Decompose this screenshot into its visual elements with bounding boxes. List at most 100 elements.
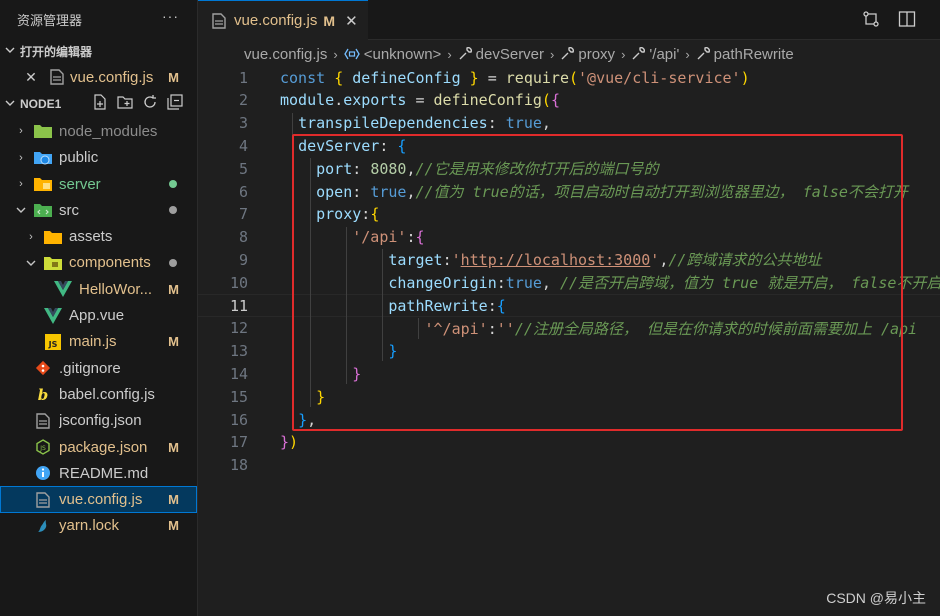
source-control-diff-icon[interactable]	[862, 10, 880, 33]
breadcrumb-item[interactable]: <unknown>	[343, 46, 441, 63]
chevron-right-icon: ›	[685, 46, 690, 62]
tab-vue-config[interactable]: vue.config.js M ✕	[198, 0, 368, 40]
code-line[interactable]: 3 transpileDependencies: true,	[198, 112, 940, 135]
folder-yellow-icon	[34, 176, 52, 192]
breadcrumb-item[interactable]: vue.config.js	[244, 46, 327, 63]
modified-badge: M	[323, 12, 336, 29]
svg-text:JS: JS	[48, 340, 58, 349]
tree-item-label: babel.config.js	[59, 385, 155, 403]
close-icon[interactable]: ✕	[345, 12, 358, 30]
highlight-annotation-box	[292, 134, 903, 431]
line-number: 12	[229, 319, 248, 338]
tree-item-node-modules[interactable]: › node_modules	[0, 118, 197, 144]
modified-dot	[169, 258, 177, 267]
breadcrumb-label: vue.config.js	[244, 45, 328, 63]
tree-item-app-vue[interactable]: App.vue	[0, 302, 197, 328]
code-token: ,	[541, 114, 551, 133]
tree-item-label: App.vue	[69, 307, 125, 325]
modified-badge: M	[168, 69, 179, 85]
tree-item-components[interactable]: components	[0, 250, 197, 276]
editor-tab-bar: vue.config.js M ✕	[198, 0, 940, 40]
refresh-icon[interactable]	[142, 94, 158, 110]
tree-item-babel-config[interactable]: b babel.config.js	[0, 381, 197, 407]
open-editor-item[interactable]: ✕ vue.config.js M	[0, 64, 197, 90]
line-number: 18	[229, 456, 248, 475]
line-number: 8	[238, 228, 248, 247]
code-token: {	[550, 91, 560, 110]
tree-item-server[interactable]: › server	[0, 171, 197, 197]
breadcrumb-item[interactable]: '/api'	[631, 46, 679, 63]
tree-item-vue-config[interactable]: vue.config.js M	[0, 486, 197, 513]
code-token: (	[569, 68, 579, 87]
breadcrumb-label: '/api'	[649, 45, 680, 63]
explorer-title: 资源管理器	[17, 12, 83, 28]
collapse-all-icon[interactable]	[167, 94, 183, 110]
line-number: 4	[238, 136, 248, 155]
tree-item-readme[interactable]: README.md	[0, 460, 197, 486]
tree-item-assets[interactable]: › assets	[0, 223, 197, 249]
code-token: module	[280, 91, 335, 110]
tree-item-jsconfig[interactable]: jsconfig.json	[0, 408, 197, 434]
breadcrumb-label: pathRewrite	[713, 45, 794, 63]
code-token: =	[406, 91, 434, 110]
file-icon	[34, 491, 52, 508]
line-number: 6	[238, 182, 248, 201]
file-icon	[212, 12, 226, 29]
code-line[interactable]: 1 const { defineConfig } = require('@vue/…	[198, 66, 940, 89]
wrench-icon	[458, 47, 472, 61]
close-icon[interactable]: ✕	[22, 69, 40, 86]
line-number: 1	[238, 68, 248, 87]
tree-item-label: package.json	[59, 438, 148, 456]
tree-item-label: components	[69, 254, 151, 272]
line-number: 9	[238, 250, 248, 269]
line-number: 5	[238, 159, 248, 178]
breadcrumb-item[interactable]: proxy	[560, 46, 615, 63]
chevron-right-icon: ›	[19, 151, 23, 164]
folder-src-icon	[34, 202, 52, 218]
more-actions-icon[interactable]: ···	[162, 8, 179, 24]
line-number: 17	[229, 433, 248, 452]
symbol-variable-icon	[343, 47, 360, 61]
code-text: })	[280, 433, 298, 451]
new-file-icon[interactable]	[92, 94, 108, 110]
modified-badge: M	[168, 492, 179, 508]
open-editors-section[interactable]: 打开的编辑器	[0, 38, 197, 64]
project-section[interactable]: NODE1	[0, 90, 197, 118]
chevron-down-icon	[14, 205, 28, 215]
breadcrumb-item[interactable]: devServer	[458, 46, 544, 63]
code-token: defineConfig	[352, 68, 461, 87]
tree-item-gitignore[interactable]: .gitignore	[0, 355, 197, 381]
code-text: const { defineConfig } = require('@vue/c…	[280, 69, 750, 87]
tree-item-label: node_modules	[59, 122, 158, 140]
code-line[interactable]: 18	[198, 454, 940, 477]
code-token: '@vue/cli-service'	[578, 68, 741, 87]
tab-label: vue.config.js	[234, 12, 318, 29]
breadcrumb: vue.config.js › <unknown> › devServer › …	[198, 42, 940, 66]
tree-item-package-json[interactable]: JS package.json M	[0, 434, 197, 460]
tree-item-label: .gitignore	[59, 359, 121, 377]
chevron-down-icon	[24, 258, 38, 268]
chevron-right-icon: ›	[550, 46, 555, 62]
tree-item-main-js[interactable]: JS main.js M	[0, 329, 197, 355]
code-token: )	[740, 68, 750, 87]
explorer-header: 资源管理器 ···	[0, 0, 197, 38]
code-line[interactable]: 17})	[198, 431, 940, 454]
code-line[interactable]: 2 module.exports = defineConfig({	[198, 89, 940, 112]
code-text: transpileDependencies: true,	[280, 114, 551, 132]
tree-item-src[interactable]: src	[0, 197, 197, 223]
js-icon: JS	[44, 333, 62, 350]
tree-item-label: server	[59, 175, 101, 193]
line-number: 14	[229, 364, 248, 383]
wrench-icon	[560, 47, 575, 61]
wrench-icon	[696, 47, 710, 61]
breadcrumb-item[interactable]: pathRewrite	[696, 46, 794, 63]
code-token: const	[280, 68, 335, 87]
new-folder-icon[interactable]	[117, 94, 133, 110]
tree-item-public[interactable]: › public	[0, 145, 197, 171]
tree-item-helloworld[interactable]: HelloWor... M	[0, 276, 197, 302]
code-text: module.exports = defineConfig({	[280, 91, 560, 109]
split-editor-icon[interactable]	[898, 10, 916, 33]
watermark: CSDN @易小主	[826, 590, 926, 606]
tree-item-yarn-lock[interactable]: yarn.lock M	[0, 513, 197, 539]
